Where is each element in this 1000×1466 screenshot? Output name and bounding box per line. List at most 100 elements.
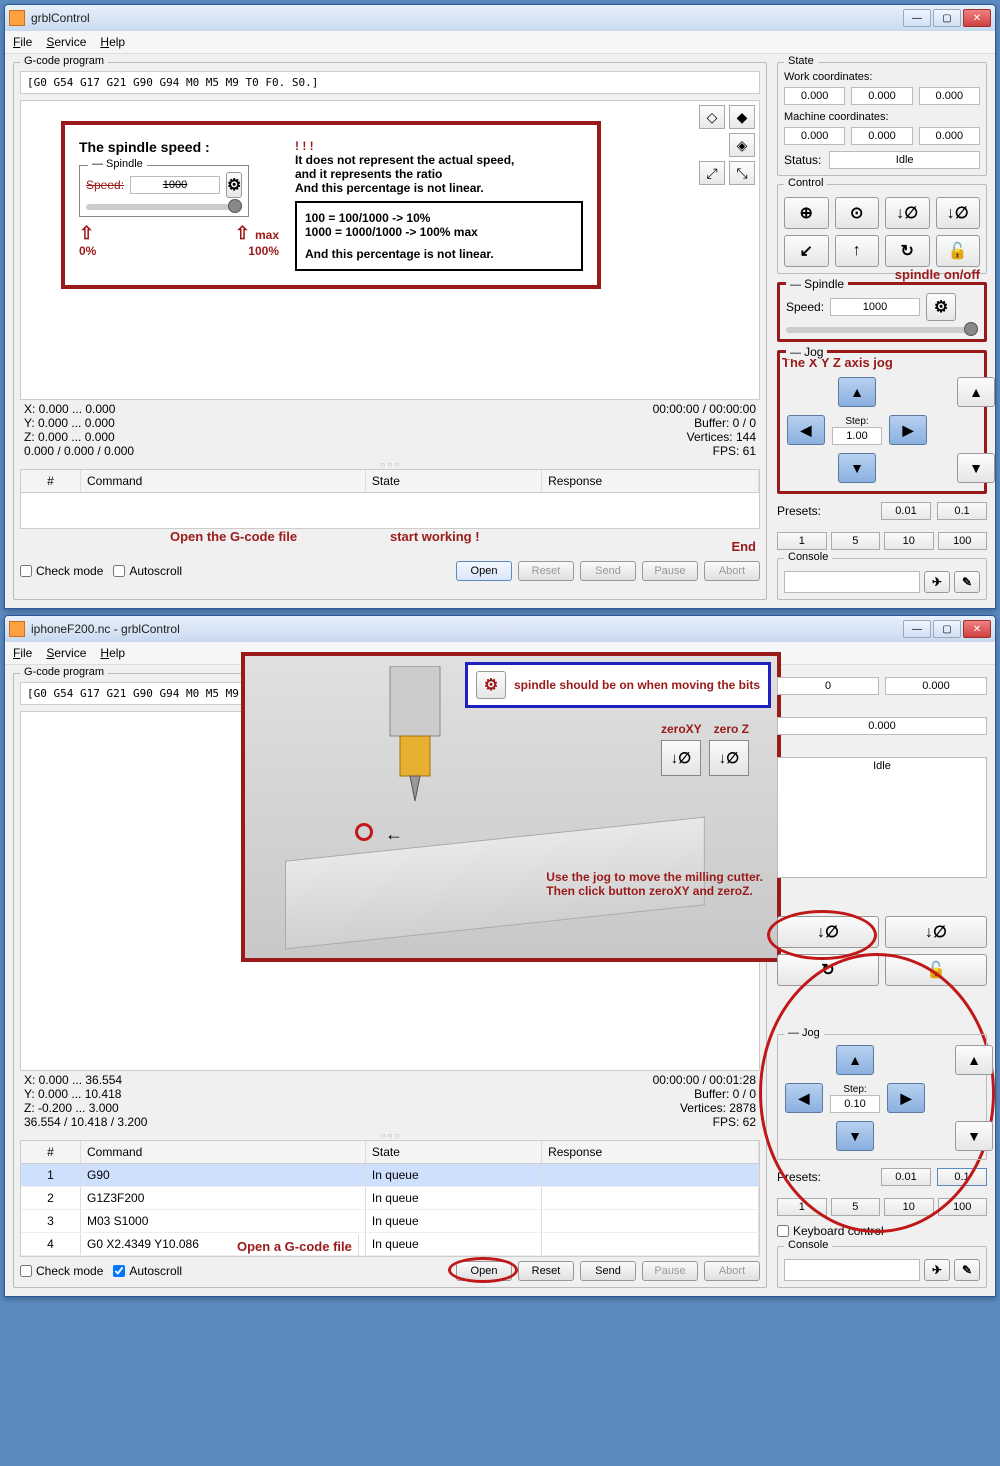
check-mode-checkbox[interactable]: Check mode <box>20 564 103 578</box>
jog-z-minus[interactable]: ▼ <box>955 1121 993 1151</box>
jog-z-minus[interactable]: ▼ <box>957 453 995 483</box>
app-icon <box>9 621 25 637</box>
annotation-title: The spindle speed : <box>79 139 279 155</box>
view-fit-icon[interactable]: ⤡ <box>729 161 755 185</box>
table-row[interactable]: 4 G0 X2.4349 Y10.086 In queue Open a G-c… <box>21 1233 759 1256</box>
menu-help[interactable]: Help <box>100 35 125 49</box>
speed-value-struck <box>130 176 220 194</box>
preset-10[interactable]: 10 <box>884 532 934 550</box>
menu-service[interactable]: Service <box>46 646 86 660</box>
jog-x-plus[interactable]: ▶ <box>887 1083 925 1113</box>
menu-service[interactable]: Service <box>46 35 86 49</box>
annotation-spindle-onoff: spindle on/off <box>895 267 980 282</box>
app-icon <box>9 10 25 26</box>
reset-button[interactable]: Reset <box>518 561 574 581</box>
abort-button[interactable]: Abort <box>704 561 760 581</box>
work-z: 0.000 <box>919 87 980 105</box>
unlock-button[interactable]: 🔓 <box>936 235 981 267</box>
jog-x-minus[interactable]: ◀ <box>787 415 825 445</box>
gcode-table[interactable]: # Command State Response 1 G90 In queue … <box>20 1140 760 1257</box>
speed-input[interactable] <box>830 298 920 316</box>
window-title: grblControl <box>31 11 903 25</box>
console-input[interactable] <box>784 1259 920 1281</box>
reset-button[interactable]: Reset <box>518 1261 574 1281</box>
zero-z-button[interactable]: ↓∅ <box>936 197 981 229</box>
gcode-current-line: [G0 G54 G17 G21 G90 G94 M0 M5 M9 T0 F0. … <box>20 71 760 94</box>
view-expand-icon[interactable]: ⤢ <box>699 161 725 185</box>
jog-z-plus[interactable]: ▲ <box>957 377 995 407</box>
origin-button[interactable]: ↙ <box>784 235 829 267</box>
close-button[interactable]: ✕ <box>963 620 991 638</box>
pause-button[interactable]: Pause <box>642 561 698 581</box>
send-button[interactable]: Send <box>580 1261 636 1281</box>
console-input[interactable] <box>784 571 920 593</box>
abort-button[interactable]: Abort <box>704 1261 760 1281</box>
spindle-demo-box: — Spindle Speed: ⚙ <box>79 165 249 217</box>
mach-x: 0.000 <box>784 127 845 145</box>
preset-100[interactable]: 100 <box>938 532 988 550</box>
annotation-ratio3: And this percentage is not linear. <box>305 247 573 261</box>
minimize-button[interactable]: — <box>903 9 931 27</box>
annotation-zeroxy-label: zeroXY <box>661 722 702 736</box>
table-row[interactable]: 3 M03 S1000 In queue <box>21 1210 759 1233</box>
step-input[interactable]: 1.00 <box>832 427 882 445</box>
preset-1[interactable]: 1 <box>777 532 827 550</box>
close-button[interactable]: ✕ <box>963 9 991 27</box>
preset-0-1[interactable]: 0.1 <box>937 502 987 520</box>
jog-x-minus[interactable]: ◀ <box>785 1083 823 1113</box>
preset-0-01[interactable]: 0.01 <box>881 502 931 520</box>
maximize-button[interactable]: ▢ <box>933 9 961 27</box>
autoscroll-checkbox[interactable]: Autoscroll <box>113 1264 182 1278</box>
step-input[interactable]: 0.10 <box>830 1095 880 1113</box>
probe-button[interactable]: ⊙ <box>835 197 880 229</box>
window-grblcontrol-2: iphoneF200.nc - grblControl — ▢ ✕ File S… <box>4 615 996 1297</box>
autoscroll-checkbox[interactable]: Autoscroll <box>113 564 182 578</box>
zero-z-button-demo: ↓∅ <box>709 740 749 776</box>
table-row[interactable]: 1 G90 In queue <box>21 1164 759 1187</box>
console-send-icon[interactable]: ✈ <box>924 571 950 593</box>
console-send-icon[interactable]: ✈ <box>924 1259 950 1281</box>
open-button[interactable]: Open <box>456 561 512 581</box>
maximize-button[interactable]: ▢ <box>933 620 961 638</box>
reset-control-button[interactable]: ↻ <box>885 235 930 267</box>
col-state: State <box>366 470 542 492</box>
pause-button[interactable]: Pause <box>642 1261 698 1281</box>
annotation-end: End <box>731 539 756 554</box>
safe-z-button[interactable]: ↑ <box>835 235 880 267</box>
annotation-100pct: 100% <box>248 244 279 258</box>
spindle-toggle-icon[interactable]: ⚙ <box>226 172 242 198</box>
annotation-ratio1: 100 = 100/1000 -> 10% <box>305 211 573 225</box>
status-value: Idle <box>777 757 987 878</box>
speed-slider[interactable] <box>786 327 978 333</box>
arrow-up-icon: ⇧ <box>79 223 94 244</box>
work-y: 0.000 <box>851 87 912 105</box>
zero-xy-button[interactable]: ↓∅ <box>885 197 930 229</box>
minimize-button[interactable]: — <box>903 620 931 638</box>
view-wireframe-icon[interactable]: ◇ <box>699 105 725 129</box>
table-row[interactable]: 2 G1Z3F200 In queue <box>21 1187 759 1210</box>
col-number: # <box>21 470 81 492</box>
view-solid-icon[interactable]: ◆ <box>729 105 755 129</box>
annotation-line1: It does not represent the actual speed, <box>295 153 583 167</box>
gear-icon: ⚙ <box>476 671 506 699</box>
send-button[interactable]: Send <box>580 561 636 581</box>
jog-y-plus[interactable]: ▲ <box>838 377 876 407</box>
preset-5[interactable]: 5 <box>831 532 881 550</box>
console-clear-icon[interactable]: ✎ <box>954 1259 980 1281</box>
spindle-toggle-button[interactable]: ⚙ <box>926 293 956 321</box>
jog-x-plus[interactable]: ▶ <box>889 415 927 445</box>
view-iso-icon[interactable]: ◈ <box>729 133 755 157</box>
home-button[interactable]: ⊕ <box>784 197 829 229</box>
jog-y-minus[interactable]: ▼ <box>836 1121 874 1151</box>
zero-z-button[interactable]: ↓∅ <box>885 916 987 948</box>
jog-z-plus[interactable]: ▲ <box>955 1045 993 1075</box>
jog-y-plus[interactable]: ▲ <box>836 1045 874 1075</box>
gcode-viewport[interactable]: ◇ ◆ ◈ ⤢ ⤡ The spindle speed : <box>20 100 760 400</box>
menu-file[interactable]: File <box>13 646 32 660</box>
jog-y-minus[interactable]: ▼ <box>838 453 876 483</box>
gcode-viewport[interactable]: iPhone <box>20 711 760 1071</box>
check-mode-checkbox[interactable]: Check mode <box>20 1264 103 1278</box>
menu-help[interactable]: Help <box>100 646 125 660</box>
console-clear-icon[interactable]: ✎ <box>954 571 980 593</box>
menu-file[interactable]: File <box>13 35 32 49</box>
